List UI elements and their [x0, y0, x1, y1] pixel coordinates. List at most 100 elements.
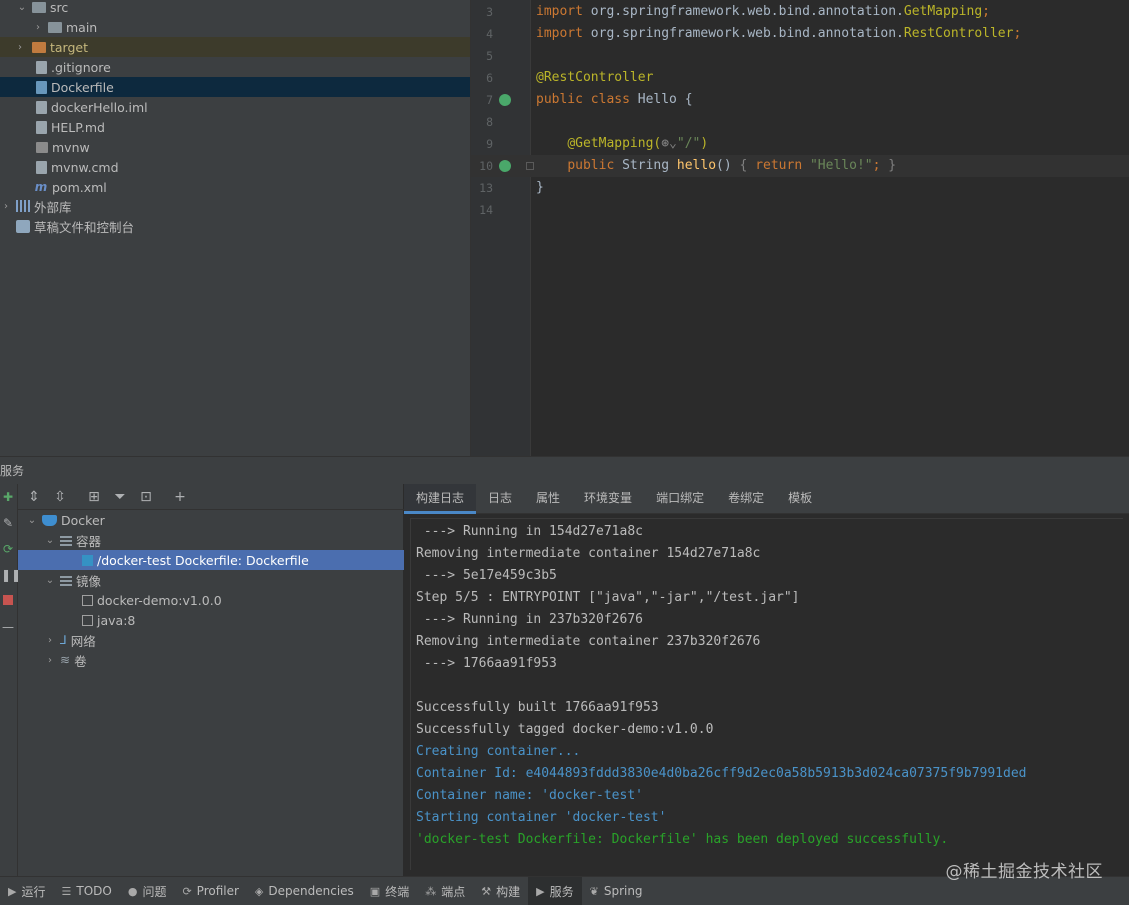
build-log-panel: 构建日志 日志 属性 环境变量 端口绑定 卷绑定 模板 ---> Running in 15…	[404, 484, 1129, 876]
tree-item-mvnw[interactable]: mvnw	[0, 137, 470, 157]
scratch-icon	[16, 219, 30, 233]
tree-item-label: /docker-test Dockerfile: Dockerfile	[97, 552, 309, 568]
line-number: 14	[479, 203, 493, 217]
tool-window-button[interactable]: ▣ 终端	[362, 877, 417, 905]
tree-item-label: Dockerfile	[51, 79, 114, 95]
chevron-down-icon[interactable]: ⌄	[26, 515, 38, 526]
code-line[interactable]: 7 public class Hello {	[471, 89, 1129, 111]
redeploy-icon[interactable]: ⟳	[1, 542, 15, 556]
chevron-down-icon[interactable]: ⌄	[44, 535, 56, 546]
chevron-right-icon[interactable]: ›	[0, 201, 12, 212]
new-tab-icon[interactable]: ⊡	[138, 489, 154, 505]
tree-item-src[interactable]: ⌄ src	[0, 0, 470, 17]
tree-item-scratches[interactable]: 草稿文件和控制台	[0, 216, 470, 236]
tree-item-volumes[interactable]: › ≋ 卷	[18, 650, 404, 670]
tool-window-button[interactable]: ⚒ 构建	[473, 877, 528, 905]
chevron-down-icon[interactable]: ⌄	[44, 575, 56, 586]
expand-all-icon[interactable]: ⇕	[26, 489, 42, 505]
log-tab[interactable]: 端口绑定	[644, 484, 716, 514]
code-line[interactable]: 5	[471, 45, 1129, 67]
log-tab[interactable]: 卷绑定	[716, 484, 776, 514]
tree-item-docker[interactable]: ⌄ Docker	[18, 510, 404, 530]
tree-item-help-md[interactable]: HELP.md	[0, 117, 470, 137]
tree-item-networks[interactable]: › ⅃ 网络	[18, 630, 404, 650]
tree-item-containers[interactable]: ⌄ 容器	[18, 530, 404, 550]
tree-item-iml[interactable]: dockerHello.iml	[0, 97, 470, 117]
fold-icon[interactable]	[526, 162, 534, 170]
stop-icon[interactable]	[1, 594, 15, 608]
tree-item-mvnw-cmd[interactable]: mvnw.cmd	[0, 157, 470, 177]
docker-icon	[42, 514, 57, 526]
code-line[interactable]: 9 @GetMapping(⊛⌄"/")	[471, 133, 1129, 155]
tree-item-external-libs[interactable]: › 外部库	[0, 196, 470, 216]
tree-item-pom[interactable]: m pom.xml	[0, 177, 470, 197]
tree-item-target[interactable]: › target	[0, 37, 470, 57]
tree-item-label: Docker	[61, 512, 105, 528]
pause-icon[interactable]: ❚❚	[1, 568, 21, 582]
line-number: 3	[486, 5, 493, 19]
chevron-down-icon[interactable]: ⌄	[16, 2, 28, 13]
log-tab[interactable]: 模板	[776, 484, 824, 514]
group-icon[interactable]: ⊞	[86, 489, 102, 505]
chevron-right-icon[interactable]: ›	[44, 635, 56, 646]
log-line: Starting container 'docker-test'	[416, 810, 667, 825]
code-text: public String hello() { return "Hello!";…	[567, 158, 897, 173]
code-line[interactable]: 8	[471, 111, 1129, 133]
line-number: 4	[486, 27, 493, 41]
code-line[interactable]: 3 import org.springframework.web.bind.ann…	[471, 1, 1129, 23]
log-tab[interactable]: 构建日志	[404, 484, 477, 514]
tool-window-label: Dependencies	[268, 884, 354, 898]
chevron-right-icon[interactable]: ›	[14, 42, 26, 53]
code-line[interactable]: 4 import org.springframework.web.bind.ann…	[471, 23, 1129, 45]
tree-item-images[interactable]: ⌄ 镜像	[18, 570, 404, 590]
tree-item-label: HELP.md	[51, 119, 105, 135]
tree-item-label: src	[50, 0, 69, 15]
tool-window-label: 构建	[496, 884, 521, 899]
tool-window-button[interactable]: ◈ Dependencies	[247, 877, 362, 905]
code-line[interactable]: 14	[471, 199, 1129, 221]
tree-item-main[interactable]: › main	[0, 17, 470, 37]
tool-window-button[interactable]: ▶ 服务	[528, 876, 582, 905]
chevron-right-icon[interactable]: ›	[32, 22, 44, 33]
line-number: 8	[486, 115, 493, 129]
tool-window-button[interactable]: ❦ Spring	[582, 877, 651, 905]
chevron-right-icon[interactable]: ›	[44, 655, 56, 666]
tree-item-image-docker-demo[interactable]: docker-demo:v1.0.0	[18, 590, 404, 610]
tool-window-button[interactable]: ⁂ 端点	[417, 877, 473, 905]
code-line[interactable]: 10 public String hello() { return "Hello…	[471, 155, 1129, 177]
module-file-icon	[36, 100, 47, 114]
tool-window-icon: ◈	[254, 884, 264, 898]
file-icon	[36, 160, 47, 174]
tool-window-button[interactable]: ● 问题	[120, 877, 175, 905]
code-line[interactable]: 13}	[471, 177, 1129, 199]
container-icon	[82, 554, 93, 566]
tool-window-button[interactable]: ▶ 运行	[0, 877, 53, 905]
minus-icon[interactable]: —	[1, 620, 15, 634]
collapse-all-icon[interactable]: ⇳	[52, 489, 68, 505]
log-tab[interactable]: 属性	[524, 484, 572, 514]
tree-item-label: target	[50, 39, 89, 55]
add-icon[interactable]: +	[172, 489, 188, 505]
edit-icon[interactable]: ✎	[1, 516, 15, 530]
tree-item-gitignore[interactable]: .gitignore	[0, 57, 470, 77]
image-icon	[82, 614, 93, 626]
tree-item-dockerfile[interactable]: Dockerfile	[0, 77, 470, 97]
tree-item-container-docker-test[interactable]: /docker-test Dockerfile: Dockerfile	[18, 550, 404, 570]
spring-bean-icon[interactable]	[499, 94, 511, 106]
spring-bean-icon[interactable]	[499, 160, 511, 172]
log-tab[interactable]: 日志	[476, 484, 524, 514]
tree-item-image-java[interactable]: java:8	[18, 610, 404, 630]
filter-icon[interactable]: ⏷	[112, 489, 128, 505]
tool-window-button[interactable]: ⟳ Profiler	[174, 877, 246, 905]
tool-window-icon: ⁂	[425, 884, 437, 898]
log-tabs: 构建日志 日志 属性 环境变量 端口绑定 卷绑定 模板	[404, 484, 1129, 514]
code-text: import org.springframework.web.bind.anno…	[536, 4, 990, 19]
code-line[interactable]: 6 @RestController	[471, 67, 1129, 89]
code-editor[interactable]: 3 import org.springframework.web.bind.ann…	[470, 0, 1129, 456]
log-tab[interactable]: 环境变量	[572, 484, 644, 514]
code-text: @GetMapping(⊛⌄"/")	[567, 136, 709, 151]
build-log-output[interactable]: ---> Running in 154d27e71a8c Removing int…	[410, 518, 1123, 870]
tool-window-button[interactable]: ☰ TODO	[53, 877, 119, 905]
terminal-file-icon	[36, 141, 48, 153]
rerun-icon[interactable]: ✚	[1, 490, 15, 504]
